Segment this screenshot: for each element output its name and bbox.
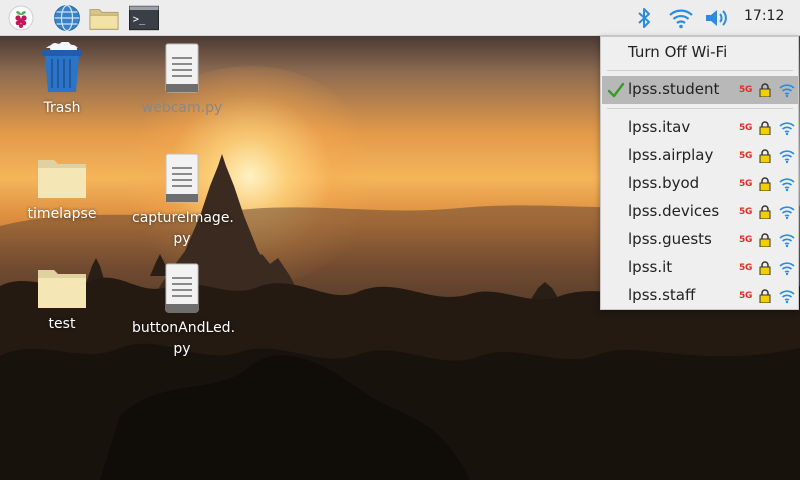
network-ssid: lpss.devices [628, 202, 720, 220]
network-item[interactable]: lpss.airplay 5G [602, 142, 798, 170]
clock[interactable]: 17:12 [744, 8, 784, 24]
menu-separator [607, 70, 793, 71]
desktop-icon-trash[interactable]: Trash [12, 42, 112, 119]
network-item[interactable]: lpss.devices 5G [602, 198, 798, 226]
raspberry-menu-icon[interactable] [6, 3, 36, 33]
5g-badge: 5G [739, 291, 753, 301]
svg-text:>_: >_ [133, 14, 146, 26]
wifi-signal-icon [779, 150, 795, 164]
bluetooth-icon[interactable] [629, 3, 659, 33]
desktop-icon-label: buttonAndLed. py [132, 320, 236, 357]
python-file-icon [165, 153, 199, 203]
wifi-signal-icon [779, 178, 795, 192]
browser-globe-icon[interactable] [52, 3, 82, 33]
lock-icon [759, 149, 771, 163]
5g-badge: 5G [739, 85, 753, 95]
wifi-signal-icon [779, 290, 795, 304]
5g-badge: 5G [739, 263, 753, 273]
terminal-icon[interactable]: >_ [129, 3, 159, 33]
network-item-connected[interactable]: lpss.student 5G [602, 76, 798, 104]
network-item[interactable]: lpss.guests 5G [602, 226, 798, 254]
network-ssid: lpss.it [628, 258, 673, 276]
lock-icon [759, 261, 771, 275]
5g-badge: 5G [739, 179, 753, 189]
lock-icon [759, 233, 771, 247]
network-item[interactable]: lpss.staff 5G [602, 282, 798, 310]
wifi-signal-icon [779, 206, 795, 220]
wifi-signal-icon [779, 234, 795, 248]
desktop-icon-webcam-py[interactable]: webcam.py [132, 42, 232, 119]
network-item[interactable]: lpss.it 5G [602, 254, 798, 282]
desktop-icon-timelapse[interactable]: timelapse [12, 156, 112, 225]
5g-badge: 5G [739, 235, 753, 245]
5g-badge: 5G [739, 123, 753, 133]
turn-off-wifi-item[interactable]: Turn Off Wi-Fi [602, 39, 798, 67]
python-file-icon [165, 43, 199, 93]
wifi-icon[interactable] [666, 3, 696, 33]
network-item[interactable]: lpss.byod 5G [602, 170, 798, 198]
volume-icon[interactable] [703, 3, 733, 33]
lock-icon [759, 177, 771, 191]
trash-icon [42, 42, 82, 92]
network-ssid: lpss.itav [628, 118, 691, 136]
5g-badge: 5G [739, 207, 753, 217]
desktop-icon-label: timelapse [27, 206, 97, 222]
network-ssid: lpss.guests [628, 230, 712, 248]
desktop-icon-label: test [48, 316, 76, 332]
python-file-icon [165, 263, 199, 313]
desktop-icon-label: webcam.py [141, 100, 223, 116]
checkmark-icon [607, 82, 625, 98]
menu-separator [607, 108, 793, 109]
network-ssid: lpss.byod [628, 174, 700, 192]
wifi-signal-icon [779, 262, 795, 276]
5g-badge: 5G [739, 151, 753, 161]
wifi-signal-icon [779, 84, 795, 98]
desktop-icon-label: captureImage. py [132, 210, 234, 247]
top-panel: >_ 17:12 [0, 0, 800, 36]
wifi-menu: Turn Off Wi-Fi lpss.student 5G lpss.itav… [600, 36, 799, 310]
desktop-icon-captureimage-py[interactable]: captureImage. py [132, 152, 234, 250]
file-manager-icon[interactable] [89, 3, 119, 33]
desktop-icon-test[interactable]: test [12, 266, 112, 335]
lock-icon [759, 289, 771, 303]
lock-icon [759, 121, 771, 135]
network-ssid: lpss.airplay [628, 146, 714, 164]
desktop-icon-label: Trash [43, 100, 81, 116]
folder-icon [38, 270, 86, 308]
desktop-icon-buttonandled-py[interactable]: buttonAndLed. py [132, 262, 236, 360]
menu-item-label: Turn Off Wi-Fi [628, 43, 728, 61]
lock-icon [759, 205, 771, 219]
network-ssid: lpss.student [628, 80, 720, 98]
lock-icon [759, 83, 771, 97]
wifi-signal-icon [779, 122, 795, 136]
folder-icon [38, 160, 86, 198]
network-item[interactable]: lpss.itav 5G [602, 114, 798, 142]
network-ssid: lpss.staff [628, 286, 696, 304]
